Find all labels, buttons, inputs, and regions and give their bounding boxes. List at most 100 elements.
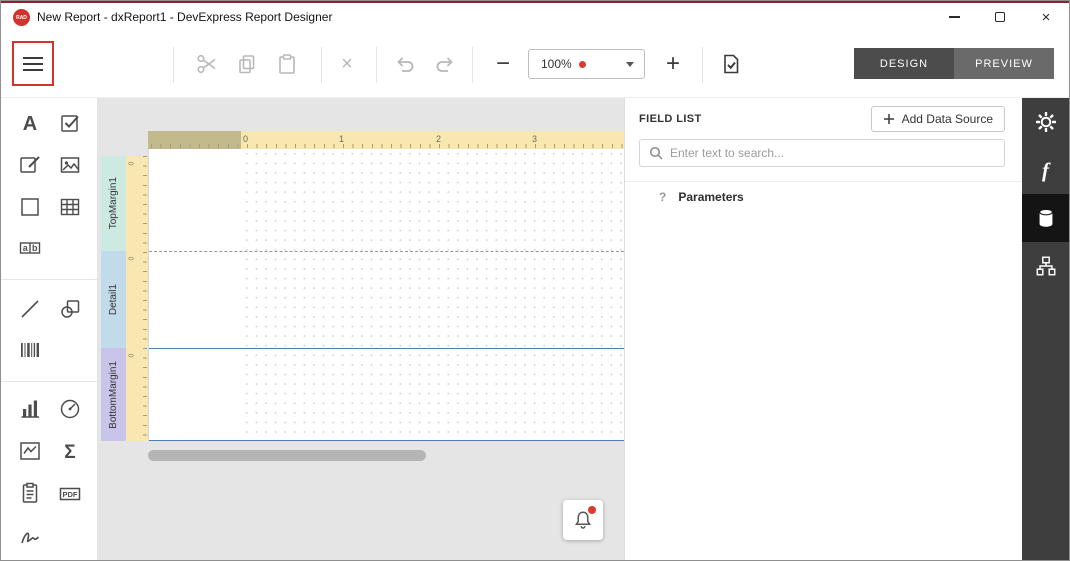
titlebar[interactable]: RAD New Report - dxReport1 - DevExpress … bbox=[1, 3, 1069, 31]
toolbox-item-table[interactable] bbox=[57, 194, 83, 220]
picture-icon bbox=[60, 157, 80, 173]
design-surface[interactable]: TopMargin1 Detail1 BottomMargin1 0 0 0 0… bbox=[98, 98, 624, 560]
signature-icon bbox=[21, 532, 40, 544]
rich-text-icon bbox=[20, 156, 40, 173]
toolbox-item-panel[interactable] bbox=[17, 194, 43, 220]
maximize-icon bbox=[995, 12, 1005, 22]
delete-button[interactable]: × bbox=[330, 47, 364, 81]
maximize-button[interactable] bbox=[977, 3, 1023, 31]
toolbox-item-label[interactable]: A bbox=[17, 110, 43, 136]
ruler-tick: 0 bbox=[243, 134, 249, 144]
parameters-item[interactable]: ? Parameters bbox=[659, 188, 744, 206]
paste-icon bbox=[279, 54, 295, 74]
redo-button[interactable] bbox=[428, 47, 462, 81]
toolbox-item-sparkline[interactable] bbox=[17, 438, 43, 464]
svg-text:Σ: Σ bbox=[64, 442, 75, 463]
toolbox-item-checkbox[interactable] bbox=[57, 110, 83, 136]
validation-icon bbox=[724, 54, 739, 74]
band-separator-dashed bbox=[149, 251, 624, 252]
toolbox-item-line[interactable] bbox=[17, 296, 43, 322]
toolbar: × − 100% + DESIGN PREVIEW bbox=[1, 31, 1069, 98]
field-search-box[interactable] bbox=[639, 139, 1005, 167]
scissors-icon bbox=[197, 54, 216, 74]
question-icon: ? bbox=[659, 190, 667, 204]
svg-text:A: A bbox=[23, 113, 37, 135]
page-grid bbox=[242, 149, 624, 441]
band-label: BottomMargin1 bbox=[108, 360, 119, 429]
paste-button[interactable] bbox=[270, 47, 304, 81]
copy-icon bbox=[239, 55, 255, 74]
main-menu-button[interactable] bbox=[12, 41, 54, 86]
toolbox-item-page-info[interactable] bbox=[17, 480, 43, 506]
band-strip-detail[interactable]: Detail1 bbox=[101, 251, 126, 348]
app-logo-text: RAD bbox=[16, 14, 27, 21]
toolbox-item-shape[interactable] bbox=[57, 296, 83, 322]
sparkline-icon bbox=[20, 442, 40, 460]
ruler-tick: 3 bbox=[532, 134, 538, 144]
pdf-icon: PDF bbox=[59, 487, 81, 501]
close-icon: × bbox=[1041, 8, 1051, 26]
search-icon bbox=[649, 146, 663, 160]
checkbox-icon bbox=[61, 115, 79, 132]
toolbox-separator bbox=[1, 279, 97, 280]
toolbox-item-character-comb[interactable]: ab bbox=[17, 235, 43, 261]
toolbox-item-barcode[interactable] bbox=[17, 337, 43, 363]
toolbox-item-signature[interactable] bbox=[17, 523, 43, 549]
svg-text:b: b bbox=[32, 243, 38, 253]
band-label: TopMargin1 bbox=[108, 177, 119, 230]
vruler-zero: 0 bbox=[128, 353, 136, 358]
sidebar-item-properties[interactable] bbox=[1022, 98, 1069, 146]
minus-icon: − bbox=[495, 50, 510, 77]
vertical-ruler: 0 0 0 bbox=[126, 156, 148, 441]
sigma-icon: Σ bbox=[64, 442, 75, 463]
toolbox-item-gauge[interactable] bbox=[57, 396, 83, 422]
toolbox-item-picture-box[interactable] bbox=[57, 152, 83, 178]
toolbox-separator bbox=[1, 381, 97, 382]
toolbox-item-chart[interactable] bbox=[17, 396, 43, 422]
table-icon bbox=[60, 198, 80, 216]
toolbar-separator bbox=[472, 47, 473, 83]
plus-icon: + bbox=[665, 50, 680, 77]
notifications-button[interactable] bbox=[563, 500, 603, 540]
design-page[interactable] bbox=[148, 149, 624, 441]
zoom-in-button[interactable]: + bbox=[656, 47, 690, 81]
toolbox-item-pdf-content[interactable]: PDF bbox=[57, 480, 83, 506]
gear-icon bbox=[1035, 112, 1056, 132]
app-logo: RAD bbox=[13, 9, 30, 26]
plus-icon bbox=[883, 114, 894, 124]
minimize-button[interactable] bbox=[931, 3, 977, 31]
panel-icon bbox=[21, 198, 39, 216]
zoom-dropdown[interactable]: 100% bbox=[528, 49, 645, 79]
preview-tab[interactable]: PREVIEW bbox=[954, 48, 1054, 79]
delete-icon: × bbox=[341, 52, 353, 75]
field-list-title: FIELD LIST bbox=[639, 113, 702, 125]
band-strip-bottom-margin[interactable]: BottomMargin1 bbox=[101, 348, 126, 441]
zoom-out-button[interactable]: − bbox=[486, 47, 520, 81]
undo-icon bbox=[397, 57, 414, 72]
hierarchy-icon bbox=[1036, 256, 1055, 276]
cut-button[interactable] bbox=[190, 47, 224, 81]
add-data-source-button[interactable]: Add Data Source bbox=[870, 106, 1005, 132]
toolbox-item-rich-text[interactable] bbox=[17, 152, 43, 178]
copy-button[interactable] bbox=[230, 47, 264, 81]
svg-text:PDF: PDF bbox=[63, 490, 78, 499]
vruler-zero: 0 bbox=[128, 256, 136, 261]
search-input[interactable] bbox=[670, 146, 995, 160]
close-button[interactable]: × bbox=[1023, 3, 1069, 31]
design-tab[interactable]: DESIGN bbox=[854, 48, 954, 79]
vruler-zero: 0 bbox=[128, 161, 136, 166]
horizontal-scrollbar[interactable] bbox=[148, 450, 426, 461]
sidebar-item-expressions[interactable]: f bbox=[1022, 146, 1069, 194]
toolbox-item-pivot-grid[interactable]: Σ bbox=[57, 438, 83, 464]
label-icon: A bbox=[23, 113, 37, 135]
sidebar-item-report-explorer[interactable] bbox=[1022, 242, 1069, 290]
band-strip-top-margin[interactable]: TopMargin1 bbox=[101, 156, 126, 251]
validate-button[interactable] bbox=[714, 47, 748, 81]
zoom-value: 100% bbox=[541, 57, 572, 71]
band-separator-blue bbox=[149, 348, 624, 349]
add-data-source-label: Add Data Source bbox=[901, 112, 993, 126]
ruler-tick: 1 bbox=[339, 134, 345, 144]
hamburger-icon bbox=[23, 56, 43, 59]
undo-button[interactable] bbox=[388, 47, 422, 81]
sidebar-item-field-list[interactable] bbox=[1022, 194, 1069, 242]
